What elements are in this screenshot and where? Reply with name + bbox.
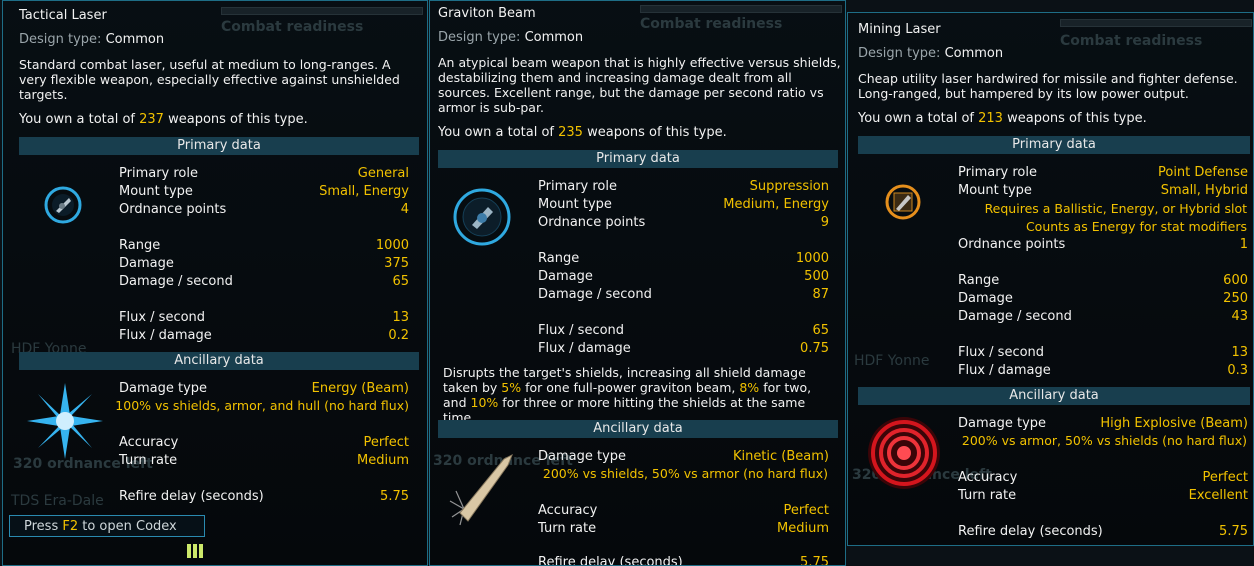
dps-row: Damage / second 43	[958, 309, 1248, 324]
damage-type-row: Damage type High Explosive (Beam)	[958, 416, 1248, 431]
bg-ship-name-2: TDS Era-Dale	[11, 493, 104, 509]
design-type: Design type: Common	[19, 32, 165, 47]
weapon-tooltip-mining-laser: Combat readiness HDF Yonne 320 ordnance …	[847, 12, 1254, 546]
refire-delay-row: Refire delay (seconds) 5.75	[958, 524, 1248, 539]
mount-type-row: Mount type Small, Hybrid	[958, 183, 1248, 198]
bg-combat-readiness: Combat readiness	[1060, 33, 1203, 49]
ancillary-data-header: Ancillary data	[858, 387, 1250, 405]
ancillary-data-header: Ancillary data	[438, 420, 838, 438]
ordnance-points-row: Ordnance points 9	[538, 215, 829, 230]
damage-row: Damage 500	[538, 269, 829, 284]
signal-bars-icon	[187, 544, 203, 558]
weapon-tooltip-graviton-beam: Combat readiness 320 ordnance left Gravi…	[429, 0, 846, 566]
owned-count: You own a total of 235 weapons of this t…	[438, 125, 727, 140]
owned-count: You own a total of 213 weapons of this t…	[858, 111, 1147, 126]
mount-type-row: Mount type Small, Energy	[119, 184, 409, 199]
codex-hint-button[interactable]: Press F2 to open Codex	[9, 515, 205, 537]
ordnance-points-row: Ordnance points 1	[958, 237, 1248, 252]
accuracy-row: Accuracy Perfect	[958, 470, 1248, 485]
primary-role-row: Primary role Point Defense	[958, 165, 1248, 180]
flux-second-row: Flux / second 13	[119, 310, 409, 325]
bg-bar	[1060, 19, 1252, 27]
bg-combat-readiness: Combat readiness	[640, 16, 783, 32]
weapon-tooltip-tactical-laser: Combat readiness HDF Yonne 320 ordnance …	[2, 0, 428, 566]
range-row: Range 1000	[538, 251, 829, 266]
weapon-title: Tactical Laser	[19, 8, 107, 23]
bg-combat-readiness: Combat readiness	[221, 19, 364, 35]
weapon-description: Standard combat laser, useful at medium …	[19, 57, 400, 102]
primary-data-header: Primary data	[438, 150, 838, 168]
damage-row: Damage 250	[958, 291, 1248, 306]
turn-rate-row: Turn rate Excellent	[958, 488, 1248, 503]
design-type: Design type: Common	[438, 30, 584, 45]
bg-ship-name: HDF Yonne	[854, 353, 930, 369]
mount-modifier-note: Counts as Energy for stat modifiers	[1025, 219, 1247, 234]
refire-delay-row: Refire delay (seconds) 5.75	[538, 555, 829, 566]
energy-damage-icon	[25, 381, 105, 461]
dps-row: Damage / second 65	[119, 274, 409, 289]
owned-count: You own a total of 237 weapons of this t…	[19, 112, 308, 127]
weapon-effect-text: Disrupts the target's shields, increasin…	[443, 365, 812, 425]
turn-rate-row: Turn rate Medium	[119, 453, 409, 468]
primary-role-row: Primary role General	[119, 166, 409, 181]
damage-type-note: 200% vs armor, 50% vs shields (no hard f…	[961, 433, 1247, 448]
mount-slot-note: Requires a Ballistic, Energy, or Hybrid …	[984, 201, 1247, 216]
laser-turret-icon	[43, 185, 83, 225]
weapon-title: Mining Laser	[858, 22, 941, 37]
high-explosive-damage-icon	[866, 415, 942, 491]
primary-data-header: Primary data	[858, 136, 1250, 154]
refire-delay-row: Refire delay (seconds) 5.75	[119, 489, 409, 504]
mount-type-row: Mount type Medium, Energy	[538, 197, 829, 212]
turn-rate-row: Turn rate Medium	[538, 521, 829, 536]
range-row: Range 1000	[119, 238, 409, 253]
kinetic-damage-icon	[446, 451, 516, 527]
weapon-description: Cheap utility laser hardwired for missil…	[858, 71, 1238, 101]
design-type: Design type: Common	[858, 46, 1004, 61]
primary-data-header: Primary data	[19, 137, 419, 155]
damage-type-row: Damage type Energy (Beam)	[119, 381, 409, 396]
range-row: Range 600	[958, 273, 1248, 288]
bg-bar	[221, 7, 423, 15]
bg-bar	[640, 5, 842, 13]
damage-type-row: Damage type Kinetic (Beam)	[538, 449, 829, 464]
flux-damage-row: Flux / damage 0.2	[119, 328, 409, 343]
damage-row: Damage 375	[119, 256, 409, 271]
mining-laser-icon	[884, 183, 922, 221]
flux-second-row: Flux / second 65	[538, 323, 829, 338]
accuracy-row: Accuracy Perfect	[119, 435, 409, 450]
flux-damage-row: Flux / damage 0.75	[538, 341, 829, 356]
damage-type-note: 100% vs shields, armor, and hull (no har…	[115, 398, 409, 413]
accuracy-row: Accuracy Perfect	[538, 503, 829, 518]
primary-role-row: Primary role Suppression	[538, 179, 829, 194]
graviton-turret-icon	[452, 187, 512, 247]
flux-damage-row: Flux / damage 0.3	[958, 363, 1248, 378]
weapon-title: Graviton Beam	[438, 6, 536, 21]
flux-second-row: Flux / second 13	[958, 345, 1248, 360]
damage-type-note: 200% vs shields, 50% vs armor (no hard f…	[542, 466, 828, 481]
dps-row: Damage / second 87	[538, 287, 829, 302]
ordnance-points-row: Ordnance points 4	[119, 202, 409, 217]
weapon-description: An atypical beam weapon that is highly e…	[438, 55, 841, 115]
ancillary-data-header: Ancillary data	[19, 352, 419, 370]
